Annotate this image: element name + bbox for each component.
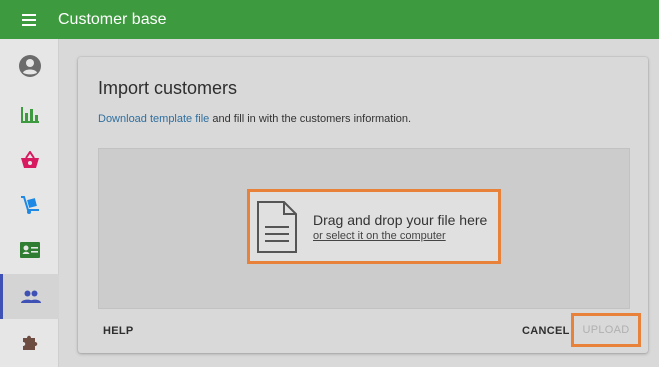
sidebar-item-orders[interactable]	[0, 137, 59, 182]
cancel-button[interactable]: CANCEL	[522, 325, 570, 337]
hamburger-icon	[22, 13, 36, 26]
contact-card-icon	[19, 241, 40, 258]
upload-button[interactable]: UPLOAD	[571, 313, 641, 347]
import-customers-card: Import customers Download template file …	[78, 57, 648, 353]
sidebar	[0, 39, 59, 367]
card-title: Import customers	[98, 78, 238, 98]
sidebar-item-customers[interactable]	[0, 274, 59, 319]
puzzle-icon	[22, 335, 37, 350]
people-icon	[21, 290, 41, 303]
help-button[interactable]: HELP	[103, 325, 134, 337]
menu-button[interactable]	[0, 0, 58, 39]
download-template-link[interactable]: Download template file	[98, 113, 209, 125]
account-circle-icon	[18, 54, 41, 77]
app-title: Customer base	[58, 10, 167, 28]
sidebar-item-account[interactable]	[0, 43, 59, 88]
subtitle-text: and fill in with the customers informati…	[212, 113, 412, 125]
bar-chart-icon	[20, 106, 39, 123]
sidebar-item-reports[interactable]	[0, 92, 59, 137]
sidebar-item-shipping[interactable]	[0, 182, 59, 227]
sidebar-item-contacts[interactable]	[0, 227, 59, 272]
app-bar: Customer base	[0, 0, 659, 39]
file-document-icon	[256, 200, 298, 254]
file-dropzone[interactable]: Drag and drop your file here or select i…	[247, 189, 501, 264]
card-subtitle: Download template file and fill in with …	[98, 113, 411, 125]
select-file-link[interactable]: or select it on the computer	[313, 230, 487, 242]
dolly-icon	[20, 195, 39, 214]
sidebar-item-integrations[interactable]	[0, 319, 59, 364]
dropzone-main-text: Drag and drop your file here	[313, 211, 488, 228]
dropzone-area[interactable]: Drag and drop your file here or select i…	[98, 148, 630, 309]
shopping-basket-icon	[20, 150, 39, 168]
